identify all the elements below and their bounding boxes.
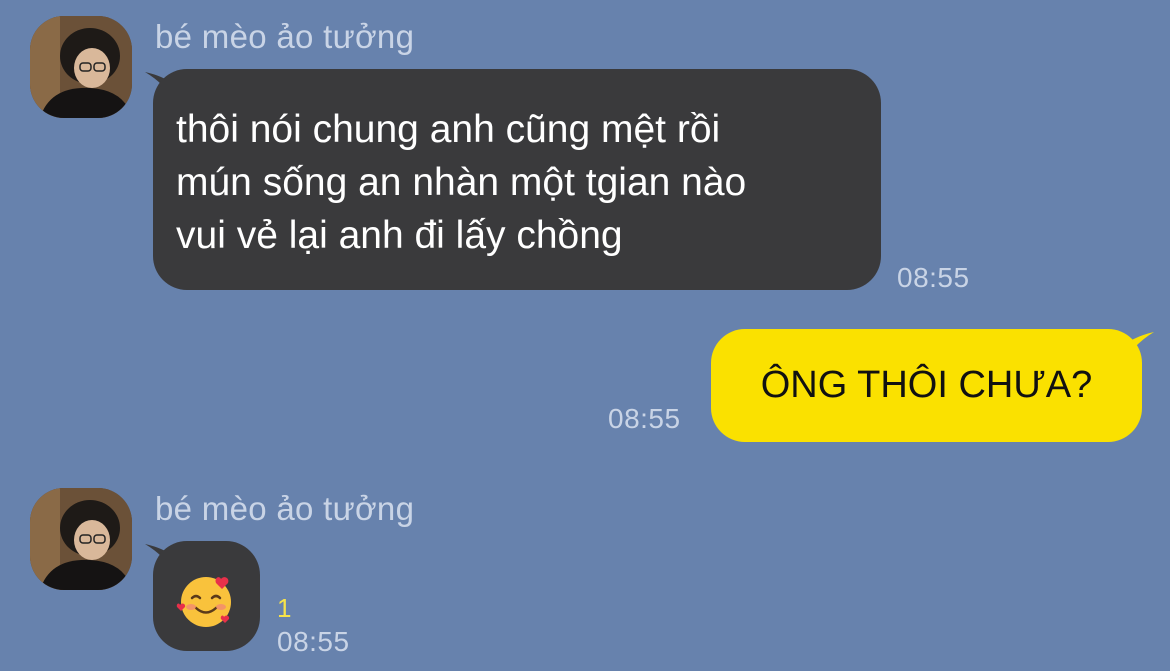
message-line: vui vẻ lại anh đi lấy chồng — [176, 214, 623, 257]
message-timestamp: 08:55 — [897, 262, 970, 293]
message-text: ÔNG THÔI CHƯA? — [760, 364, 1093, 406]
message-line: thôi nói chung anh cũng mệt rồi — [176, 108, 721, 151]
smiling-face-with-hearts-icon — [176, 577, 231, 627]
sender-avatar[interactable] — [30, 488, 132, 590]
message-timestamp: 08:55 — [277, 626, 350, 657]
message-bubble-incoming[interactable] — [153, 541, 260, 651]
message-line: mún sống an nhàn một tgian nào — [176, 161, 747, 204]
bubble-tail — [1126, 332, 1154, 360]
sender-avatar[interactable] — [30, 16, 132, 118]
message-bubble-outgoing[interactable]: ÔNG THÔI CHƯA? — [711, 329, 1142, 442]
message-bubble-incoming[interactable]: thôi nói chung anh cũng mệt rồi mún sống… — [153, 69, 881, 290]
sender-name: bé mèo ảo tưởng — [155, 18, 415, 55]
message-timestamp: 08:55 — [608, 403, 681, 434]
sender-name: bé mèo ảo tưởng — [155, 490, 415, 527]
unread-count: 1 — [277, 593, 292, 623]
